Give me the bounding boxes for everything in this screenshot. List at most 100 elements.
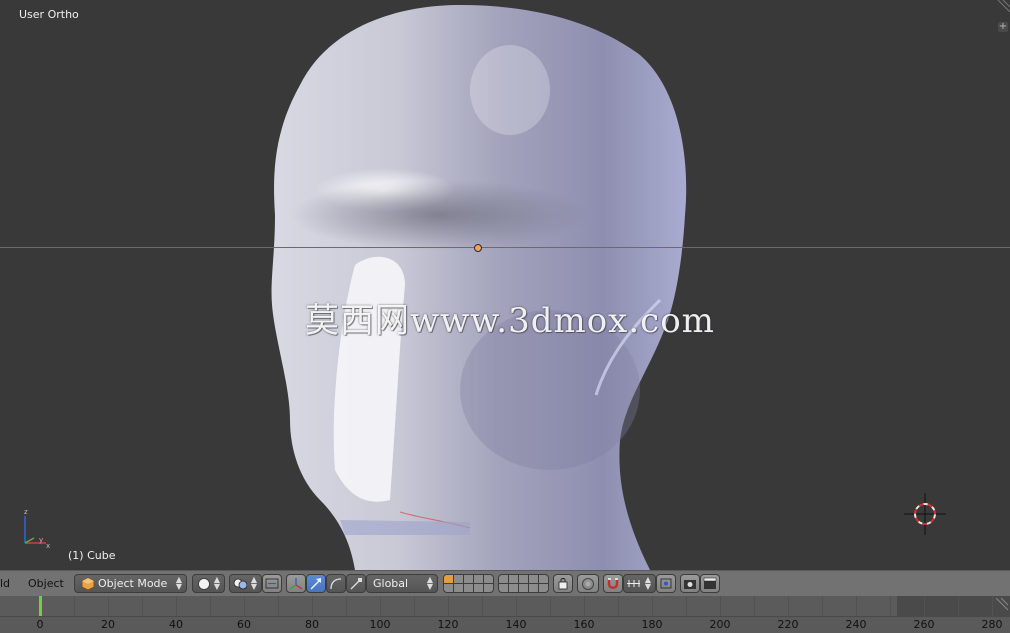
timeline-tick-label: 20 [101, 618, 115, 631]
timeline-tick-label: 280 [981, 618, 1003, 631]
menu-object[interactable]: Object [28, 577, 64, 590]
timeline-grid-line [856, 596, 857, 616]
rotate-manipulator-button[interactable] [326, 574, 346, 593]
timeline-grid-line [108, 596, 109, 616]
updown-arrows-icon: ▲ ▼ [426, 575, 433, 591]
timeline-tick-label: 120 [437, 618, 459, 631]
timeline-grid-line [210, 596, 211, 616]
snap-target-icon [660, 578, 672, 589]
mode-label: Object Mode [98, 577, 168, 590]
timeline-tick-label: 220 [777, 618, 799, 631]
pivot-selector[interactable]: ▲ ▼ [229, 574, 262, 593]
timeline-grid-line [176, 596, 177, 616]
manipulator-axes-icon [289, 578, 303, 590]
timeline-tick-label: 240 [845, 618, 867, 631]
translate-arrow-icon [310, 578, 321, 590]
center-points-icon [265, 578, 279, 589]
timeline-grid-line [414, 596, 415, 616]
3d-cursor-icon[interactable] [904, 493, 946, 535]
solid-shading-icon [198, 578, 210, 590]
menu-item-partial[interactable]: ld [0, 577, 10, 590]
updown-arrows-icon: ▲ ▼ [213, 575, 220, 591]
timeline-frame-strip[interactable] [0, 596, 1010, 616]
area-split-handle-icon[interactable] [996, 0, 1010, 12]
head-mesh[interactable] [0, 0, 1010, 570]
timeline-grid-line [380, 596, 381, 616]
svg-text:z: z [24, 508, 28, 516]
timeline-grid-line [992, 596, 993, 616]
mode-selector[interactable]: Object Mode ▲ ▼ [74, 574, 187, 593]
timeline-grid-line [74, 596, 75, 616]
timeline-grid-line [584, 596, 585, 616]
cube-icon [81, 577, 95, 590]
transform-manipulator-toggle[interactable] [286, 574, 306, 593]
layers-grid-1[interactable] [443, 574, 494, 593]
transform-orientation-selector[interactable]: Global ▲ ▼ [366, 574, 438, 593]
viewport-header: ld Object Object Mode ▲ ▼ ▲ ▼ ▲ ▼ Global… [0, 570, 1010, 596]
render-animation-button[interactable] [700, 574, 720, 593]
view-label: User Ortho [19, 8, 79, 21]
proportional-edit-button[interactable] [577, 574, 599, 593]
orientation-label: Global [373, 577, 409, 590]
timeline-grid-line [720, 596, 721, 616]
manipulate-center-button[interactable] [262, 574, 282, 593]
area-split-handle-icon[interactable] [996, 598, 1010, 610]
timeline-grid-line [312, 596, 313, 616]
timeline-grid-line [958, 596, 959, 616]
updown-arrows-icon: ▲ ▼ [644, 575, 651, 591]
timeline-grid-line [924, 596, 925, 616]
playhead[interactable] [39, 596, 42, 616]
layer-lock-button[interactable] [553, 574, 573, 593]
timeline-tick-label: 160 [573, 618, 595, 631]
clapperboard-icon [703, 577, 717, 589]
snap-increment-icon [627, 580, 640, 587]
timeline-tick-label: 40 [169, 618, 183, 631]
shading-selector[interactable]: ▲ ▼ [192, 574, 225, 593]
timeline-grid-line [822, 596, 823, 616]
timeline-tick-label: 200 [709, 618, 731, 631]
updown-arrows-icon: ▲ ▼ [175, 575, 182, 591]
snap-element-selector[interactable]: ▲ ▼ [623, 574, 656, 593]
add-region-button[interactable]: + [998, 22, 1008, 32]
svg-text:y: y [39, 536, 43, 544]
timeline-grid-line [448, 596, 449, 616]
watermark-text: 莫西网www.3dmox.com [305, 301, 715, 341]
timeline-tick-label: 0 [36, 618, 44, 631]
timeline-grid-line [482, 596, 483, 616]
timeline-grid-line [516, 596, 517, 616]
timeline-grid-line [788, 596, 789, 616]
lock-icon [558, 578, 568, 590]
proportional-circle-icon [582, 578, 594, 590]
timeline-tick-label: 260 [913, 618, 935, 631]
scale-handle-icon [350, 578, 362, 590]
timeline-grid-line [890, 596, 891, 616]
horizon-line [0, 247, 1010, 248]
updown-arrows-icon: ▲ ▼ [250, 575, 257, 591]
svg-text:x: x [46, 542, 50, 550]
timeline-grid-line [142, 596, 143, 616]
snap-target-button[interactable] [656, 574, 676, 593]
timeline-grid-line [244, 596, 245, 616]
timeline-tick-label: 80 [305, 618, 319, 631]
magnet-icon [607, 578, 619, 589]
pivot-point-icon [233, 578, 247, 590]
timeline-grid-line [652, 596, 653, 616]
timeline-grid-line [278, 596, 279, 616]
axis-gizmo-icon: z y x [24, 508, 50, 550]
object-origin-dot[interactable] [474, 244, 482, 252]
layers-grid-2[interactable] [498, 574, 549, 593]
3d-viewport[interactable]: User Ortho 莫西网www.3dmox.com (1) Cube z y… [0, 0, 1010, 570]
timeline-tick-label: 100 [369, 618, 391, 631]
timeline-grid-line [618, 596, 619, 616]
rotate-arc-icon [330, 578, 342, 590]
timeline-ruler[interactable]: 0 20 40 60 80 100 120 140 160 180 200 220 240 260 280 [0, 616, 1010, 633]
timeline-tick-label: 140 [505, 618, 527, 631]
active-object-label: (1) Cube [68, 549, 116, 562]
snap-toggle-button[interactable] [603, 574, 623, 593]
render-image-button[interactable] [680, 574, 700, 593]
timeline-grid-line [686, 596, 687, 616]
scale-manipulator-button[interactable] [346, 574, 366, 593]
translate-manipulator-button[interactable] [306, 574, 326, 593]
timeline-grid-line [346, 596, 347, 616]
timeline[interactable]: 0 20 40 60 80 100 120 140 160 180 200 220 240 260 280 [0, 596, 1010, 633]
